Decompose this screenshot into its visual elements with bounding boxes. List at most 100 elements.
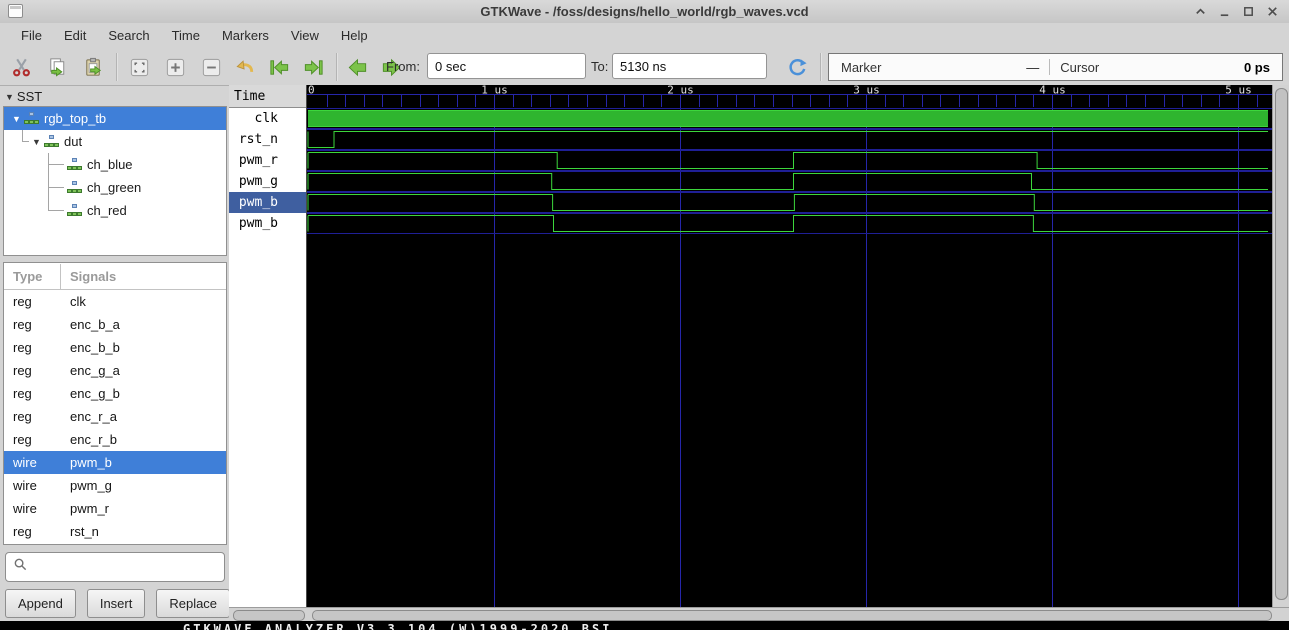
- sst-collapse-icon[interactable]: ▼: [5, 92, 14, 102]
- menu-markers[interactable]: Markers: [211, 25, 280, 46]
- insert-button[interactable]: Insert: [86, 589, 146, 618]
- append-button[interactable]: Append: [5, 589, 76, 618]
- signal-trace-pwm_b: [307, 215, 1268, 232]
- waveform-svg[interactable]: 1 us 2 us 3 us 4 us 5 us 0: [307, 85, 1272, 607]
- signal-name: enc_r_a: [70, 409, 117, 424]
- cut-icon[interactable]: [8, 54, 34, 80]
- replace-button[interactable]: Replace: [156, 589, 231, 618]
- zoom-fit-icon[interactable]: [126, 54, 152, 80]
- tree-label: rgb_top_tb: [44, 111, 107, 126]
- menubar: File Edit Search Time Markers View Help: [0, 23, 1289, 48]
- signal-row-enc_r_a[interactable]: reg enc_r_a: [4, 405, 226, 428]
- signal-row-rst_n[interactable]: reg rst_n: [4, 520, 226, 543]
- signal-name: pwm_r: [70, 501, 110, 516]
- copy-icon[interactable]: [44, 54, 70, 80]
- signal-type: reg: [13, 432, 32, 447]
- zoom-in-icon[interactable]: [162, 54, 188, 80]
- menu-help[interactable]: Help: [330, 25, 379, 46]
- wave-scrollbar-thumb[interactable]: [312, 610, 1272, 621]
- wave-name-rst_n[interactable]: rst_n: [229, 129, 306, 150]
- vertical-scrollbar[interactable]: [1272, 85, 1289, 607]
- signal-row-enc_r_b[interactable]: reg enc_r_b: [4, 428, 226, 451]
- time-header[interactable]: Time: [229, 85, 306, 108]
- menu-file[interactable]: File: [10, 25, 53, 46]
- sst-node-ch_green[interactable]: ch_green: [4, 176, 226, 199]
- sst-header[interactable]: ▼ SST: [5, 89, 42, 104]
- tree-connector: [42, 153, 66, 176]
- module-icon: [67, 158, 83, 171]
- marker-cursor-box: Marker — Cursor 0 ps: [828, 53, 1283, 81]
- signal-row-pwm_b[interactable]: wire pwm_b: [4, 451, 226, 474]
- marker-label: Marker: [841, 59, 882, 75]
- search-input[interactable]: [33, 558, 217, 576]
- paste-icon[interactable]: [80, 54, 106, 80]
- sst-node-dut[interactable]: ▼ dut: [4, 130, 226, 153]
- wave-canvas[interactable]: 1 us 2 us 3 us 4 us 5 us 0: [307, 85, 1272, 607]
- sst-node-ch_red[interactable]: ch_red: [4, 199, 226, 222]
- expander-icon[interactable]: ▼: [10, 114, 23, 124]
- zoom-to-start-icon[interactable]: [266, 54, 292, 80]
- wave-name-label: clk: [254, 111, 278, 126]
- shade-icon[interactable]: [1194, 5, 1207, 18]
- to-input[interactable]: 5130 ns: [612, 53, 767, 79]
- signal-row-enc_g_a[interactable]: reg enc_g_a: [4, 359, 226, 382]
- wave-name-pwm_g[interactable]: pwm_g: [229, 171, 306, 192]
- close-icon[interactable]: [1266, 5, 1279, 18]
- timeline-label: 4 us: [1039, 85, 1066, 97]
- horizontal-scrollbar-area: [229, 607, 1289, 621]
- zoom-out-icon[interactable]: [198, 54, 224, 80]
- wave-name-pwm_b[interactable]: pwm_b: [229, 192, 306, 213]
- signal-name: enc_g_b: [70, 386, 120, 401]
- signal-name: enc_b_a: [70, 317, 120, 332]
- zoom-undo-icon[interactable]: [232, 54, 258, 80]
- reload-icon[interactable]: [784, 54, 810, 80]
- minimize-icon[interactable]: [1218, 5, 1231, 18]
- signal-row-enc_b_b[interactable]: reg enc_b_b: [4, 336, 226, 359]
- gtkwave-window: GTKWave - /foss/designs/hello_world/rgb_…: [0, 0, 1289, 630]
- maximize-icon[interactable]: [1242, 5, 1255, 18]
- sst-node-rgb_top_tb[interactable]: ▼ rgb_top_tb: [4, 107, 226, 130]
- sst-node-ch_blue[interactable]: ch_blue: [4, 153, 226, 176]
- column-type[interactable]: Type: [4, 269, 60, 284]
- wave-name-label: pwm_g: [238, 174, 278, 189]
- menu-search[interactable]: Search: [97, 25, 160, 46]
- names-scrollbar-thumb[interactable]: [233, 610, 305, 621]
- titlebar: GTKWave - /foss/designs/hello_world/rgb_…: [0, 0, 1289, 24]
- timeline-zero-label: 0: [308, 85, 315, 97]
- status-text: GTKWAVE ANALYZER V3.3.104 (W)1999-2020 B…: [183, 622, 613, 630]
- from-input[interactable]: 0 sec: [427, 53, 586, 79]
- signal-type: reg: [13, 524, 32, 539]
- signal-row-enc_g_b[interactable]: reg enc_g_b: [4, 382, 226, 405]
- vertical-scrollbar-thumb[interactable]: [1275, 88, 1288, 600]
- wave-name-pwm_r[interactable]: pwm_r: [229, 150, 306, 171]
- menu-time[interactable]: Time: [161, 25, 211, 46]
- wave-name-pwm_b[interactable]: pwm_b: [229, 213, 306, 234]
- sst-header-label: SST: [16, 89, 43, 104]
- find-previous-edge-icon[interactable]: [344, 54, 370, 80]
- toolbar-separator: [116, 53, 118, 81]
- signal-buttons: Append Insert Replace: [5, 589, 231, 618]
- search-icon: [13, 557, 28, 577]
- signal-row-pwm_r[interactable]: wire pwm_r: [4, 497, 226, 520]
- window-icon: [8, 4, 23, 18]
- signal-row-pwm_g[interactable]: wire pwm_g: [4, 474, 226, 497]
- to-label: To:: [591, 59, 609, 74]
- marker-value: —: [1026, 59, 1040, 75]
- zoom-to-end-icon[interactable]: [300, 54, 326, 80]
- expander-icon[interactable]: ▼: [30, 137, 43, 147]
- menu-edit[interactable]: Edit: [53, 25, 97, 46]
- toolbar-separator: [336, 53, 338, 81]
- tree-label: ch_green: [87, 180, 142, 195]
- wave-name-clk[interactable]: clk: [229, 108, 306, 129]
- timeline-label: 5 us: [1225, 85, 1252, 97]
- signal-trace-pwm_r: [307, 152, 1268, 169]
- toolbar-separator: [820, 53, 822, 81]
- signal-row-clk[interactable]: reg clk: [4, 290, 226, 313]
- signal-type: wire: [13, 478, 37, 493]
- clock-trace: [308, 110, 1268, 127]
- column-signals[interactable]: Signals: [61, 269, 116, 284]
- signal-row-enc_b_a[interactable]: reg enc_b_a: [4, 313, 226, 336]
- menu-view[interactable]: View: [280, 25, 330, 46]
- tree-connector: [42, 176, 66, 199]
- signals-header: Type Signals: [4, 263, 226, 290]
